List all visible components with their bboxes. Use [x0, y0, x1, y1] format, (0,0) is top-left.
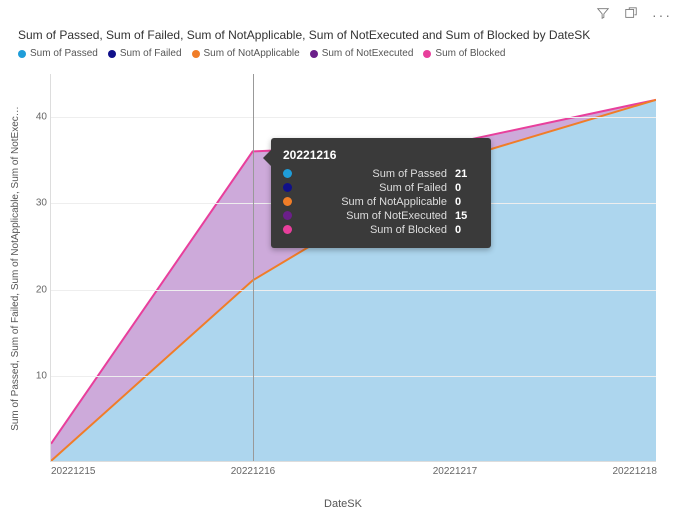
legend-item-notexecuted[interactable]: Sum of NotExecuted [310, 48, 414, 59]
tooltip-label: Sum of NotExecuted [300, 210, 447, 222]
legend-label: Sum of Blocked [435, 48, 505, 59]
x-tick-label: 20221216 [231, 466, 276, 477]
focus-mode-icon[interactable] [624, 6, 638, 23]
legend-label: Sum of NotApplicable [204, 48, 300, 59]
chart-title: Sum of Passed, Sum of Failed, Sum of Not… [18, 28, 668, 42]
y-tick-label: 20 [23, 284, 47, 295]
y-axis-label: Sum of Passed, Sum of Failed, Sum of Not… [8, 74, 22, 462]
y-tick-label: 40 [23, 112, 47, 123]
chart-legend: Sum of Passed Sum of Failed Sum of NotAp… [18, 48, 505, 59]
tooltip-value: 15 [455, 210, 477, 222]
legend-item-failed[interactable]: Sum of Failed [108, 48, 182, 59]
chart-toolbar: ··· [596, 6, 672, 23]
legend-label: Sum of Passed [30, 48, 98, 59]
legend-label: Sum of Failed [120, 48, 182, 59]
tooltip-dot-icon [283, 211, 292, 220]
tooltip-value: 0 [455, 196, 477, 208]
tooltip-label: Sum of Passed [300, 168, 447, 180]
tooltip-row: Sum of Failed 0 [283, 182, 477, 194]
legend-dot [192, 50, 200, 58]
x-tick-label: 20221218 [613, 466, 658, 477]
tooltip-label: Sum of NotApplicable [300, 196, 447, 208]
hover-guideline [253, 74, 254, 461]
tooltip-value: 21 [455, 168, 477, 180]
tooltip-dot-icon [283, 225, 292, 234]
tooltip-dot-icon [283, 169, 292, 178]
tooltip-label: Sum of Blocked [300, 224, 447, 236]
filter-icon[interactable] [596, 6, 610, 23]
tooltip-dot-icon [283, 197, 292, 206]
x-tick-label: 20221215 [51, 466, 96, 477]
legend-dot [108, 50, 116, 58]
chart-plot-area[interactable]: 10203040 2022121520221216202212172022121… [50, 74, 656, 462]
legend-label: Sum of NotExecuted [322, 48, 414, 59]
tooltip-value: 0 [455, 182, 477, 194]
x-tick-label: 20221217 [433, 466, 478, 477]
legend-dot [310, 50, 318, 58]
tooltip-header: 20221216 [283, 148, 477, 162]
legend-item-passed[interactable]: Sum of Passed [18, 48, 98, 59]
tooltip-row: Sum of NotApplicable 0 [283, 196, 477, 208]
tooltip-row: Sum of Blocked 0 [283, 224, 477, 236]
chart-tooltip: 20221216 Sum of Passed21Sum of Failed0Su… [271, 138, 491, 248]
tooltip-value: 0 [455, 224, 477, 236]
tooltip-dot-icon [283, 183, 292, 192]
chart-svg [51, 74, 656, 461]
more-options-icon[interactable]: ··· [652, 8, 672, 22]
legend-dot [18, 50, 26, 58]
tooltip-row: Sum of Passed 21 [283, 168, 477, 180]
legend-item-blocked[interactable]: Sum of Blocked [423, 48, 505, 59]
tooltip-row: Sum of NotExecuted 15 [283, 210, 477, 222]
tooltip-label: Sum of Failed [300, 182, 447, 194]
legend-item-notapplicable[interactable]: Sum of NotApplicable [192, 48, 300, 59]
legend-dot [423, 50, 431, 58]
y-tick-label: 10 [23, 370, 47, 381]
x-axis-label: DateSK [0, 498, 686, 510]
y-tick-label: 30 [23, 198, 47, 209]
